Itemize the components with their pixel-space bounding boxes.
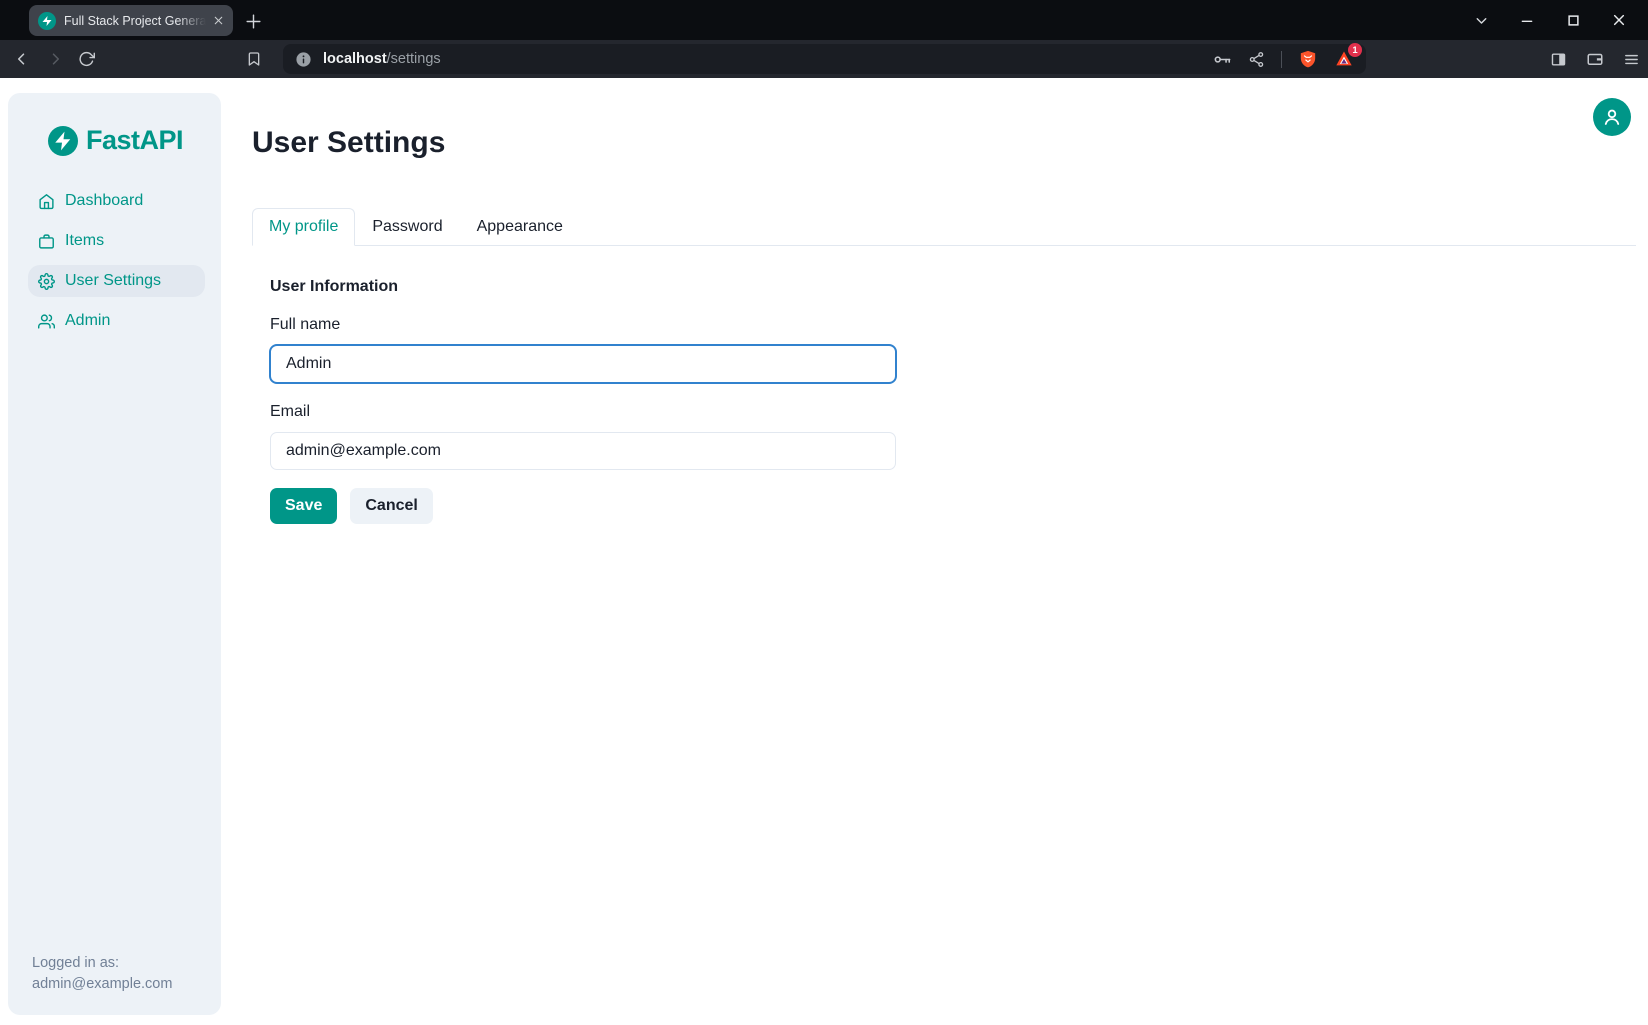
minimize-icon[interactable] [1504, 0, 1550, 40]
fastapi-bolt-icon [48, 126, 78, 156]
tab-password[interactable]: Password [355, 208, 459, 246]
address-text[interactable]: localhost/settings [323, 51, 1213, 67]
sidebar-item-admin[interactable]: Admin [28, 305, 205, 337]
section-title: User Information [270, 278, 1636, 296]
back-icon[interactable] [12, 50, 31, 69]
profile-panel: User Information Full name Email Save Ca… [252, 278, 1636, 524]
logged-in-label: Logged in as: [32, 953, 172, 974]
email-input[interactable] [270, 432, 896, 470]
brave-shield-icon[interactable] [1298, 49, 1318, 69]
brave-rewards-icon[interactable]: 1 [1334, 49, 1354, 69]
close-icon[interactable] [1596, 0, 1642, 40]
menu-icon[interactable] [1623, 51, 1640, 68]
fastapi-favicon-icon [38, 12, 56, 30]
tab-close-icon[interactable] [209, 12, 227, 30]
app-page: FastAPI Dashboard Items User Settings [0, 78, 1648, 1025]
window-controls [1458, 0, 1642, 40]
browser-tab[interactable]: Full Stack Project Genera [29, 5, 233, 36]
toolbar-divider [1281, 51, 1282, 68]
tab-appearance[interactable]: Appearance [460, 208, 580, 246]
maximize-icon[interactable] [1550, 0, 1596, 40]
tab-search-icon[interactable] [1458, 0, 1504, 40]
settings-tabs: My profile Password Appearance [252, 208, 1636, 246]
sidebar-item-user-settings[interactable]: User Settings [28, 265, 205, 297]
browser-chrome: Full Stack Project Genera [0, 0, 1648, 78]
toolbar-right [1550, 40, 1640, 78]
sidebar-item-label: User Settings [65, 272, 161, 290]
forward-icon[interactable] [46, 50, 65, 69]
user-avatar-icon [1601, 106, 1623, 128]
share-icon[interactable] [1248, 51, 1265, 68]
url-bar[interactable]: localhost/settings 1 [283, 44, 1366, 74]
users-icon [38, 313, 55, 330]
logged-in-as: Logged in as: admin@example.com [32, 953, 172, 995]
wallet-icon[interactable] [1586, 50, 1604, 68]
cancel-button[interactable]: Cancel [350, 488, 432, 524]
sidebar-item-label: Items [65, 232, 104, 250]
save-button[interactable]: Save [270, 488, 337, 524]
briefcase-icon [38, 233, 55, 250]
rewards-badge: 1 [1348, 43, 1362, 57]
sidebar-nav: Dashboard Items User Settings Admin [8, 185, 221, 337]
email-label: Email [270, 403, 1636, 421]
site-info-icon[interactable] [295, 51, 312, 68]
bookmark-icon[interactable] [246, 51, 262, 67]
full-name-input[interactable] [270, 345, 896, 383]
new-tab-button[interactable] [240, 8, 266, 34]
main-content: User Settings My profile Password Appear… [0, 78, 1648, 524]
page-title: User Settings [252, 78, 1636, 160]
sidebar-item-label: Dashboard [65, 192, 143, 210]
key-icon[interactable] [1213, 50, 1232, 69]
sidebar-item-items[interactable]: Items [28, 225, 205, 257]
reload-icon[interactable] [78, 51, 95, 68]
fastapi-logo: FastAPI [48, 125, 221, 156]
logged-in-email: admin@example.com [32, 974, 172, 995]
gear-icon [38, 273, 55, 290]
url-host: localhost [323, 51, 387, 67]
urlbar-actions: 1 [1213, 49, 1354, 69]
logo-text: FastAPI [86, 125, 183, 156]
tab-strip: Full Stack Project Genera [0, 0, 1648, 40]
sidebar-item-label: Admin [65, 312, 110, 330]
tab-title: Full Stack Project Genera [64, 14, 209, 28]
full-name-label: Full name [270, 316, 1636, 334]
user-menu-button[interactable] [1593, 98, 1631, 136]
sidebar-item-dashboard[interactable]: Dashboard [28, 185, 205, 217]
browser-toolbar: localhost/settings 1 [0, 40, 1648, 78]
url-path: /settings [387, 51, 441, 67]
sidebar-toggle-icon[interactable] [1550, 51, 1567, 68]
form-actions: Save Cancel [270, 488, 1636, 524]
sidebar: FastAPI Dashboard Items User Settings [8, 93, 221, 1015]
home-icon [38, 193, 55, 210]
tab-my-profile[interactable]: My profile [252, 208, 355, 246]
